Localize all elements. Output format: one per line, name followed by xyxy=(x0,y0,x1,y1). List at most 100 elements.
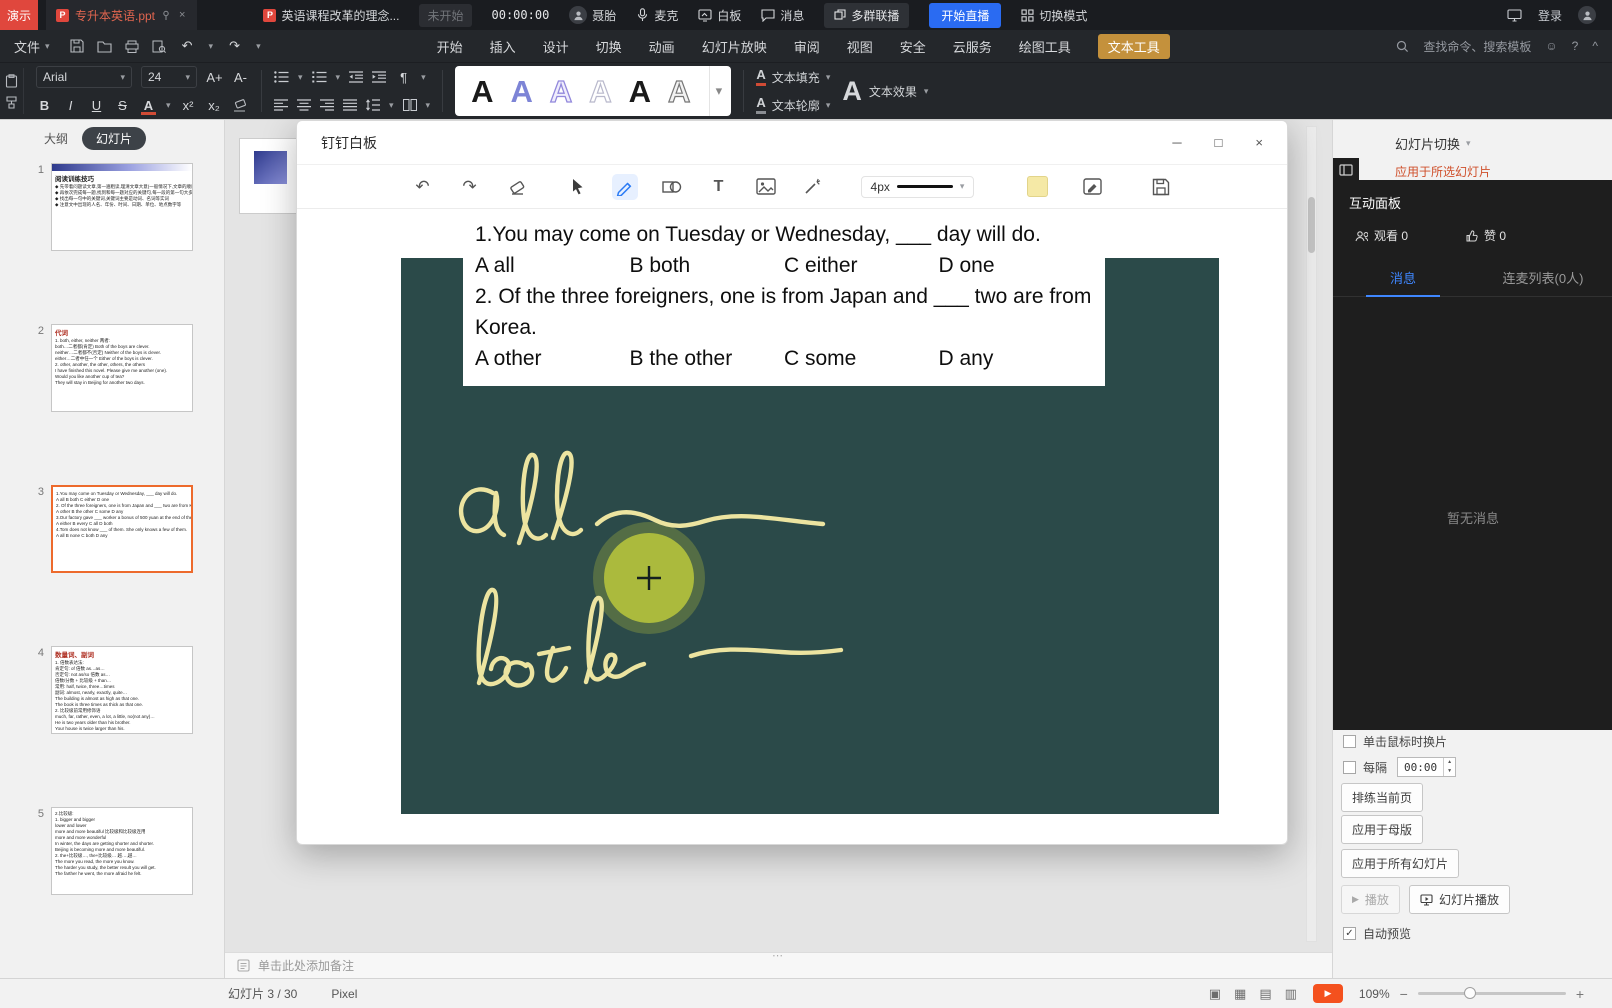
text-fill-button[interactable]: A 文本填充 ▾ xyxy=(756,66,830,89)
bullet-list-icon[interactable] xyxy=(274,71,289,83)
text-style-preset[interactable]: A xyxy=(629,76,651,107)
grow-font-button[interactable]: A+ xyxy=(206,70,223,85)
align-right-icon[interactable] xyxy=(320,99,334,111)
chevron-down-icon[interactable]: ▾ xyxy=(209,41,214,52)
font-family-select[interactable]: Arial ▾ xyxy=(36,66,132,88)
tab-messages[interactable]: 消息 xyxy=(1333,259,1473,296)
notes-bar[interactable]: ⋯ 单击此处添加备注 xyxy=(225,949,1332,978)
mic-button[interactable]: 麦克 xyxy=(636,7,678,24)
scrollbar-thumb[interactable] xyxy=(1308,197,1315,253)
tab-home[interactable]: 开始 xyxy=(437,37,463,56)
spin-up-icon[interactable]: ▲ xyxy=(1444,758,1455,767)
tab-slides-view[interactable]: 幻灯片 xyxy=(82,126,147,150)
text-outline-button[interactable]: A 文本轮廓 ▾ xyxy=(756,94,830,117)
maximize-button[interactable]: □ xyxy=(1215,135,1223,150)
eraser-tool[interactable] xyxy=(504,174,530,200)
zoom-out-icon[interactable]: − xyxy=(1400,986,1408,1002)
whiteboard-canvas[interactable]: 1.You may come on Tuesday or Wednesday, … xyxy=(297,209,1287,844)
align-center-icon[interactable] xyxy=(297,99,311,111)
strikethrough-button[interactable]: S xyxy=(114,98,131,113)
live-doc-tab[interactable]: P 英语课程改革的理念... xyxy=(263,7,399,24)
tab-text-tools[interactable]: 文本工具 xyxy=(1097,33,1170,59)
pen-tool[interactable] xyxy=(611,173,638,200)
minimize-button[interactable]: ─ xyxy=(1172,135,1181,150)
auto-preview-checkbox[interactable]: ✓ xyxy=(1343,927,1356,940)
advance-on-click-checkbox[interactable] xyxy=(1343,735,1356,748)
whiteboard-button[interactable]: 白板 xyxy=(698,7,741,24)
decrease-indent-icon[interactable] xyxy=(349,71,364,83)
tab-design[interactable]: 设计 xyxy=(543,37,569,56)
slide-thumbnail[interactable]: 代词 1. both, either, neither 两者: both…二者都… xyxy=(51,324,193,412)
tab-mic-list[interactable]: 连麦列表(0人) xyxy=(1473,259,1612,296)
shape-tool[interactable] xyxy=(659,174,685,200)
color-swatch-yellow[interactable] xyxy=(1027,176,1049,197)
underline-button[interactable]: U xyxy=(88,98,105,113)
vertical-scrollbar[interactable] xyxy=(1306,126,1317,942)
undo-button[interactable]: ↶ xyxy=(410,174,436,200)
tab-view[interactable]: 视图 xyxy=(847,37,873,56)
user-button[interactable]: 聂胎 xyxy=(569,6,616,24)
laser-pointer-tool[interactable] xyxy=(800,174,826,200)
collapse-ribbon-icon[interactable]: ^ xyxy=(1592,39,1598,53)
apply-to-all-button[interactable]: 应用于所有幻灯片 xyxy=(1341,849,1460,878)
chevron-down-icon[interactable]: ▾ xyxy=(336,72,341,83)
superscript-button[interactable]: x² xyxy=(180,98,197,113)
text-effect-button[interactable]: A 文本效果 ▾ xyxy=(842,76,928,107)
text-style-preset[interactable]: A xyxy=(589,75,613,107)
spin-down-icon[interactable]: ▼ xyxy=(1444,767,1455,776)
rehearse-current-button[interactable]: 排练当前页 xyxy=(1341,783,1424,812)
chevron-down-icon[interactable]: ▾ xyxy=(421,72,426,83)
tab-insert[interactable]: 插入 xyxy=(490,37,516,56)
tab-slideshow[interactable]: 幻灯片放映 xyxy=(702,37,767,56)
chevron-down-icon[interactable]: ▾ xyxy=(298,72,303,83)
slide-thumbnail[interactable]: 阅读训练技巧 ◆ 先带着问题读文章,第一遍粗读,理清文章大意(一般情况下,文章的… xyxy=(51,163,193,251)
background-color-tool[interactable] xyxy=(1079,174,1105,200)
help-icon[interactable]: ? xyxy=(1572,39,1579,53)
text-tool[interactable]: T xyxy=(706,174,732,200)
slideshow-view-icon[interactable]: ▥ xyxy=(1285,986,1297,1002)
document-tab[interactable]: P 专升本英语.ppt × xyxy=(46,0,198,30)
text-style-preset[interactable]: A xyxy=(549,75,573,107)
redo-button[interactable]: ↷ xyxy=(457,174,483,200)
slide-thumbnail[interactable]: 数量词、副词 1. 倍数表达法: 肯定句: of 倍数 as…as… 否定句: … xyxy=(51,646,193,734)
italic-button[interactable]: I xyxy=(62,98,79,113)
notes-resize-handle[interactable]: ⋯ xyxy=(772,949,785,962)
increase-indent-icon[interactable] xyxy=(372,71,387,83)
interval-spinner[interactable]: 00:00 ▲ ▼ xyxy=(1397,757,1457,777)
slide-thumbnail-selected[interactable]: 1.You may come on Tuesday or Wednesday, … xyxy=(51,485,193,573)
slide-sorter-view-icon[interactable]: ▦ xyxy=(1234,986,1246,1002)
zoom-level[interactable]: 109% xyxy=(1359,987,1390,1001)
start-slideshow-button[interactable]: ▶ xyxy=(1312,984,1343,1003)
zoom-slider[interactable] xyxy=(1417,987,1566,999)
save-button[interactable] xyxy=(1148,174,1174,200)
chevron-down-icon[interactable]: ▾ xyxy=(256,41,261,52)
text-style-preset[interactable]: A xyxy=(667,75,691,107)
columns-icon[interactable] xyxy=(402,99,417,111)
font-size-select[interactable]: 24 ▾ xyxy=(141,66,197,88)
format-painter-icon[interactable] xyxy=(5,95,18,109)
subscript-button[interactable]: x₂ xyxy=(206,98,223,113)
slide-thumbnail[interactable]: 2.比较级: 1. bigger and bigger lower and lo… xyxy=(51,807,193,895)
apply-to-master-button[interactable]: 应用于母版 xyxy=(1341,815,1424,844)
chevron-down-icon[interactable]: ▾ xyxy=(389,100,394,111)
multicast-button[interactable]: 多群联播 xyxy=(824,2,910,28)
play-button[interactable]: ▶ 播放 xyxy=(1341,885,1400,914)
paragraph-mark-icon[interactable]: ¶ xyxy=(395,70,412,85)
image-tool[interactable] xyxy=(753,174,779,200)
print-icon[interactable] xyxy=(125,40,139,53)
advance-after-time-checkbox[interactable] xyxy=(1343,760,1356,774)
text-style-preset[interactable]: A xyxy=(471,76,493,107)
tab-review[interactable]: 审阅 xyxy=(794,37,820,56)
align-left-icon[interactable] xyxy=(274,99,288,111)
tab-transition[interactable]: 切换 xyxy=(596,37,622,56)
slideshow-play-button[interactable]: 幻灯片播放 xyxy=(1408,885,1510,914)
zoom-in-icon[interactable]: + xyxy=(1576,986,1584,1002)
pin-icon[interactable] xyxy=(161,10,171,20)
account-avatar[interactable] xyxy=(1578,6,1596,24)
search-label[interactable]: 查找命令、搜索模板 xyxy=(1423,38,1531,55)
tab-security[interactable]: 安全 xyxy=(900,37,926,56)
text-style-preset[interactable]: A xyxy=(510,76,532,107)
monitor-icon[interactable] xyxy=(1507,8,1522,22)
numbered-list-icon[interactable] xyxy=(311,71,327,83)
tab-animation[interactable]: 动画 xyxy=(649,37,675,56)
